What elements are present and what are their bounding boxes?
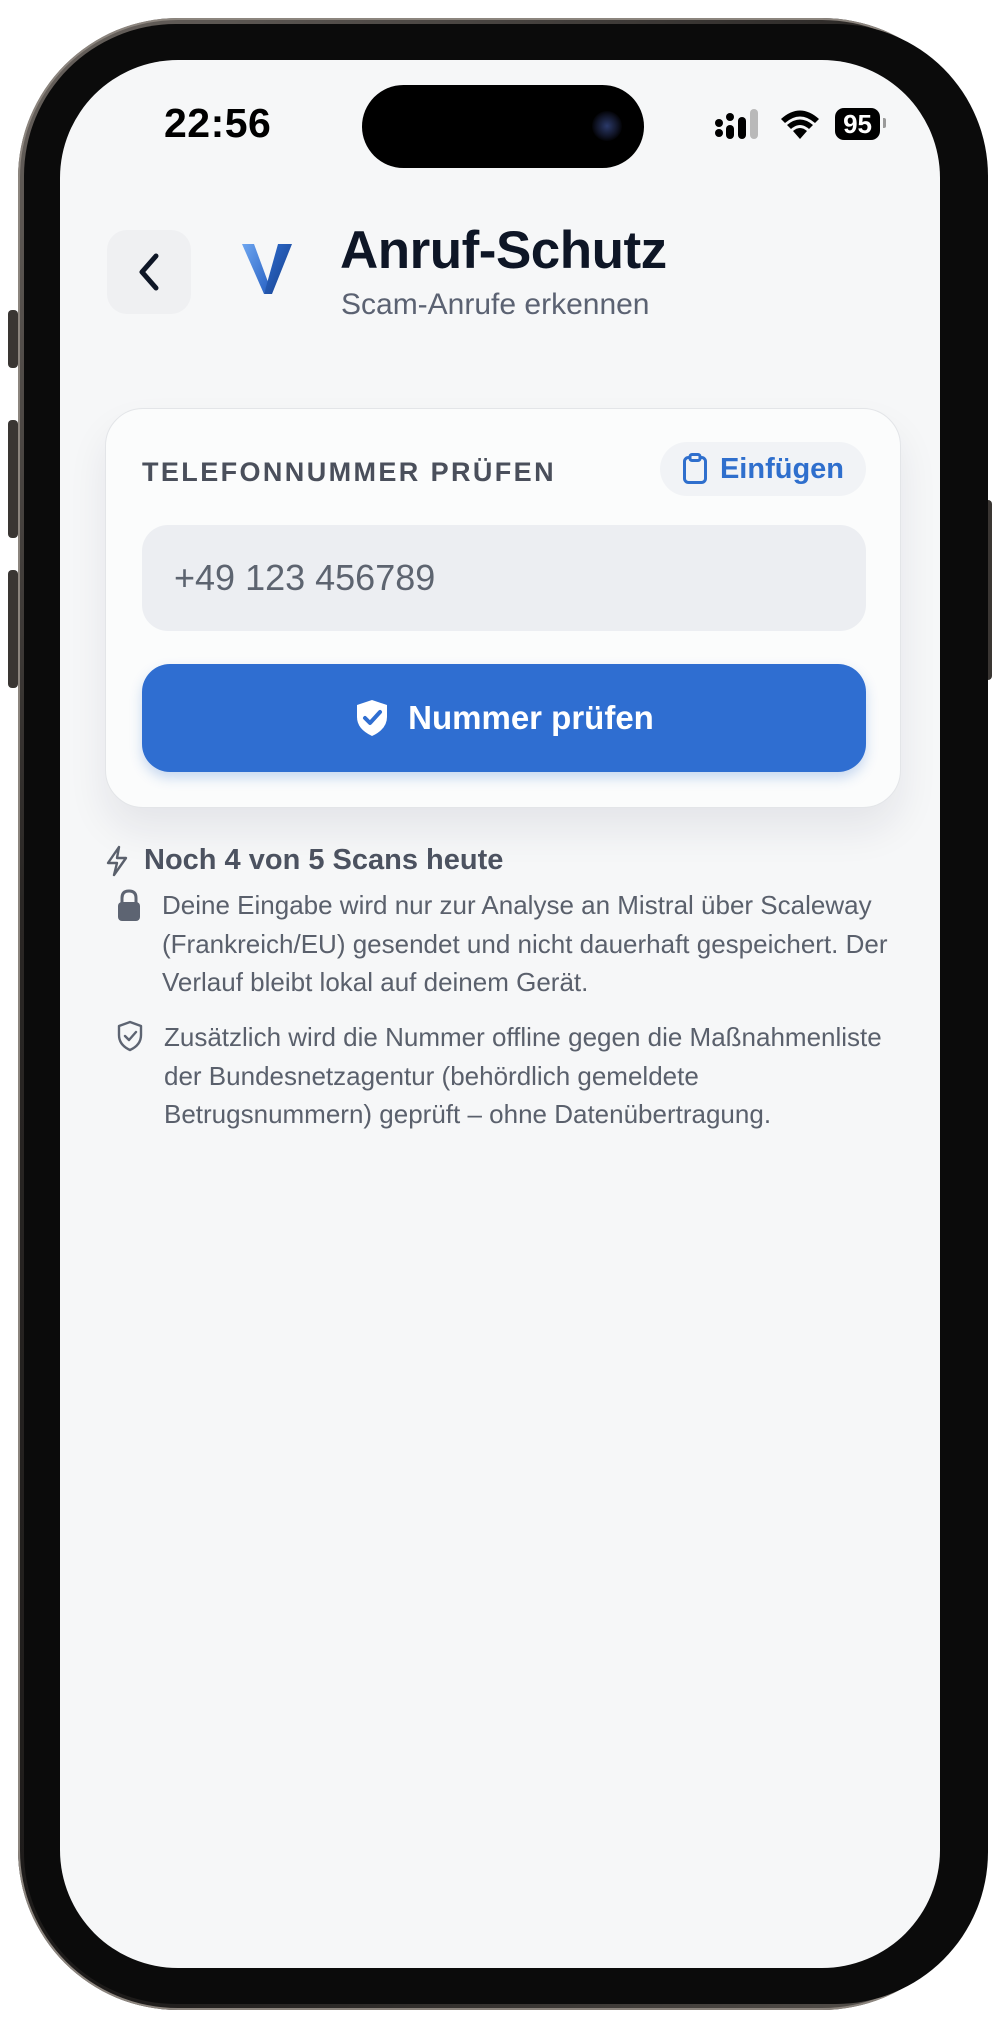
- camera-icon: [592, 111, 622, 141]
- phone-number-input[interactable]: [142, 525, 866, 631]
- action-button: [8, 310, 18, 368]
- page-subtitle: Scam-Anrufe erkennen: [341, 288, 650, 321]
- page-title: Anruf-Schutz: [340, 221, 667, 280]
- offline-check-note-text: Zusätzlich wird die Nummer offline gegen…: [164, 1022, 882, 1129]
- back-button[interactable]: [107, 230, 191, 314]
- shield-check-outline-icon: [117, 1020, 143, 1052]
- chevron-left-icon: [139, 253, 159, 291]
- paste-button-label: Einfügen: [719, 452, 844, 485]
- wifi-icon: [781, 110, 820, 139]
- scan-quota-text: Noch 4 von 5 Scans heute: [144, 844, 504, 876]
- offline-check-note: Zusätzlich wird die Nummer offline gegen…: [116, 1018, 904, 1134]
- app-screen: 22:56 95 Anruf-Schutz Scam-Anrufe erkenn…: [60, 60, 940, 1968]
- shield-check-icon: [357, 700, 388, 736]
- scan-quota: Noch 4 von 5 Scans heute: [104, 844, 503, 877]
- clipboard-icon: [682, 453, 707, 484]
- check-number-button[interactable]: Nummer prüfen: [142, 664, 866, 772]
- status-time: 22:56: [164, 100, 272, 146]
- check-number-button-label: Nummer prüfen: [408, 699, 654, 736]
- app-logo-icon: [242, 244, 292, 294]
- status-icons: 95: [715, 108, 886, 140]
- privacy-note: Deine Eingabe wird nur zur Analyse an Mi…: [116, 886, 902, 1002]
- number-check-card: TELEFONNUMMER PRÜFEN Einfügen Nummer prü…: [105, 408, 901, 808]
- volume-up-button: [8, 420, 18, 538]
- card-label: TELEFONNUMMER PRÜFEN: [142, 457, 556, 487]
- lock-icon: [118, 889, 140, 921]
- volume-down-button: [8, 570, 18, 688]
- paste-button[interactable]: Einfügen: [659, 442, 866, 496]
- bolt-icon: [106, 845, 128, 876]
- cellular-signal-icon: [715, 109, 759, 139]
- battery-indicator: 95: [835, 108, 886, 140]
- privacy-note-text: Deine Eingabe wird nur zur Analyse an Mi…: [162, 890, 888, 997]
- dynamic-island: [362, 85, 644, 168]
